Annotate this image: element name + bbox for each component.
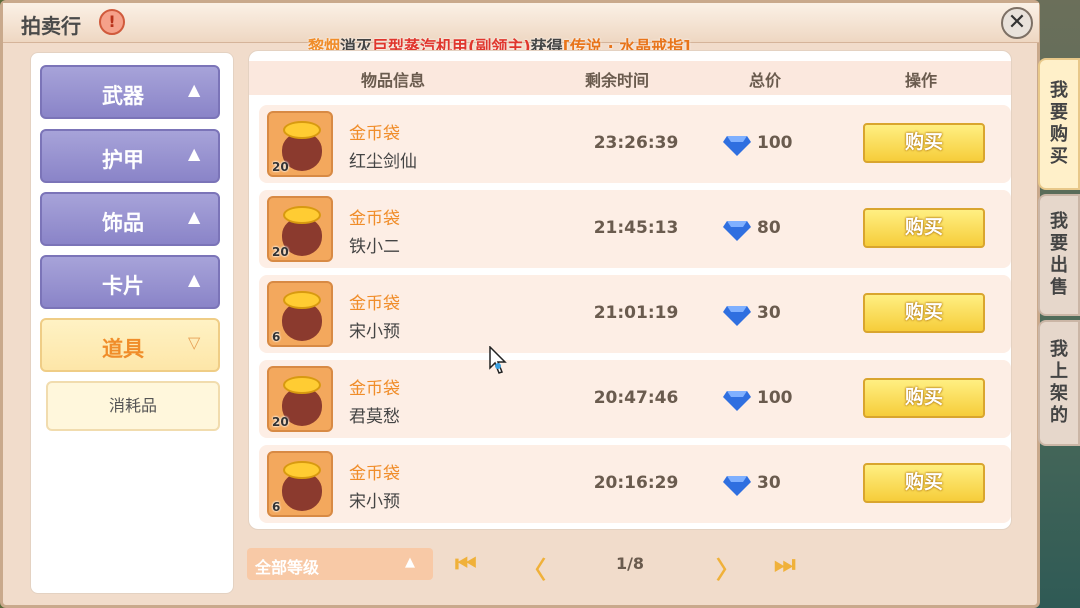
- time-remaining: 23:26:39: [593, 133, 679, 153]
- item-name: 金币袋: [349, 124, 400, 144]
- tab-char: 我: [1050, 80, 1068, 101]
- category-label: 道具: [102, 337, 144, 361]
- tab-char: 架: [1050, 383, 1068, 404]
- tab-char: 要: [1050, 102, 1068, 123]
- first-page-icon[interactable]: ⏮: [455, 550, 477, 580]
- item-quantity: 20: [272, 415, 289, 429]
- tab-char: 购: [1050, 124, 1068, 145]
- diamond-icon: [723, 136, 751, 156]
- category-label: 卡片: [102, 274, 144, 298]
- chevron-down-icon: ▽: [188, 333, 201, 352]
- chevron-up-icon: ▲: [188, 144, 201, 163]
- last-page-icon[interactable]: ⏭: [774, 550, 796, 580]
- table-row[interactable]: 6 金币袋 宋小预 20:16:29 30 购买: [259, 445, 1011, 523]
- tab-buy[interactable]: 我 要 购 买: [1038, 58, 1080, 190]
- category-label: 护甲: [102, 148, 144, 172]
- seller-name: 铁小二: [349, 237, 400, 257]
- table-row[interactable]: 20 金币袋 君莫愁 20:47:46 100 购买: [259, 360, 1011, 438]
- buy-button[interactable]: 购买: [863, 463, 985, 503]
- buy-button[interactable]: 购买: [863, 208, 985, 248]
- tab-char: 出: [1050, 255, 1068, 276]
- info-icon[interactable]: !: [99, 9, 125, 35]
- item-name: 金币袋: [349, 294, 400, 314]
- tab-sell[interactable]: 我 要 出 售: [1038, 194, 1080, 316]
- mouse-cursor-icon: [489, 346, 507, 374]
- page-indicator: 1/8: [615, 554, 645, 573]
- table-row[interactable]: 20 金币袋 红尘剑仙 23:26:39 100 购买: [259, 105, 1011, 183]
- item-name: 金币袋: [349, 209, 400, 229]
- prev-page-icon[interactable]: 〈: [522, 550, 546, 584]
- seller-name: 宋小预: [349, 492, 400, 512]
- seller-name: 宋小预: [349, 322, 400, 342]
- header-item-info: 物品信息: [361, 71, 426, 90]
- seller-name: 君莫愁: [349, 407, 400, 427]
- seller-name: 红尘剑仙: [349, 152, 417, 172]
- header-time-left: 剩余时间: [585, 71, 650, 90]
- table-row[interactable]: 6 金币袋 宋小预 21:01:19 30 购买: [259, 275, 1011, 353]
- tab-char: 售: [1050, 277, 1068, 298]
- tab-char: 要: [1050, 233, 1068, 254]
- item-name: 金币袋: [349, 379, 400, 399]
- buy-button[interactable]: 购买: [863, 378, 985, 418]
- tab-char: 买: [1050, 146, 1068, 167]
- coin-bag-icon: 20: [267, 366, 333, 432]
- price-value: 30: [757, 303, 781, 323]
- subcategory-consumables[interactable]: 消耗品: [46, 381, 220, 431]
- diamond-icon: [723, 391, 751, 411]
- category-label: 武器: [102, 84, 144, 108]
- category-accessories[interactable]: 饰品 ▲: [40, 192, 220, 246]
- coin-bag-icon: 6: [267, 281, 333, 347]
- table-row[interactable]: 20 金币袋 铁小二 21:45:13 80 购买: [259, 190, 1011, 268]
- item-quantity: 6: [272, 330, 281, 344]
- close-button[interactable]: ✕: [1001, 7, 1033, 39]
- category-label: 饰品: [102, 211, 144, 235]
- time-remaining: 20:16:29: [593, 473, 679, 493]
- price-value: 100: [757, 388, 793, 408]
- header-total-price: 总价: [749, 71, 782, 90]
- category-sidebar: 武器 ▲ 护甲 ▲ 饰品 ▲ 卡片 ▲ 道具 ▽ 消耗品: [30, 52, 234, 594]
- table-header: 物品信息 剩余时间 总价 操作: [249, 61, 1011, 95]
- time-remaining: 20:47:46: [593, 388, 679, 408]
- next-page-icon[interactable]: 〉: [716, 550, 740, 584]
- coin-bag-icon: 20: [267, 111, 333, 177]
- tab-char: 我: [1050, 339, 1068, 360]
- time-remaining: 21:45:13: [593, 218, 679, 238]
- header-action: 操作: [905, 71, 938, 90]
- tab-char: 我: [1050, 211, 1068, 232]
- item-quantity: 20: [272, 160, 289, 174]
- category-items[interactable]: 道具 ▽: [40, 318, 220, 372]
- item-quantity: 20: [272, 245, 289, 259]
- price-value: 100: [757, 133, 793, 153]
- tab-my-listings[interactable]: 我 上 架 的: [1038, 320, 1080, 446]
- listing-panel: 物品信息 剩余时间 总价 操作 20 金币袋 红尘剑仙 23:26:39 100…: [248, 50, 1012, 530]
- coin-bag-icon: 6: [267, 451, 333, 517]
- category-cards[interactable]: 卡片 ▲: [40, 255, 220, 309]
- chevron-up-icon: ▲: [188, 80, 201, 99]
- item-quantity: 6: [272, 500, 281, 514]
- diamond-icon: [723, 221, 751, 241]
- item-name: 金币袋: [349, 464, 400, 484]
- window-title: 拍卖行: [21, 14, 81, 38]
- time-remaining: 21:01:19: [593, 303, 679, 323]
- diamond-icon: [723, 306, 751, 326]
- price-value: 30: [757, 473, 781, 493]
- price-value: 80: [757, 218, 781, 238]
- chevron-up-icon: ▲: [188, 207, 201, 226]
- tab-char: 的: [1050, 405, 1068, 426]
- buy-button[interactable]: 购买: [863, 123, 985, 163]
- buy-button[interactable]: 购买: [863, 293, 985, 333]
- category-weapons[interactable]: 武器 ▲: [40, 65, 220, 119]
- chevron-up-icon: ▲: [405, 555, 415, 570]
- category-armor[interactable]: 护甲 ▲: [40, 129, 220, 183]
- diamond-icon: [723, 476, 751, 496]
- chevron-up-icon: ▲: [188, 270, 201, 289]
- tab-char: 上: [1050, 361, 1068, 382]
- level-filter-dropdown[interactable]: 全部等级 ▲: [247, 548, 433, 580]
- level-filter-label: 全部等级: [255, 558, 320, 577]
- coin-bag-icon: 20: [267, 196, 333, 262]
